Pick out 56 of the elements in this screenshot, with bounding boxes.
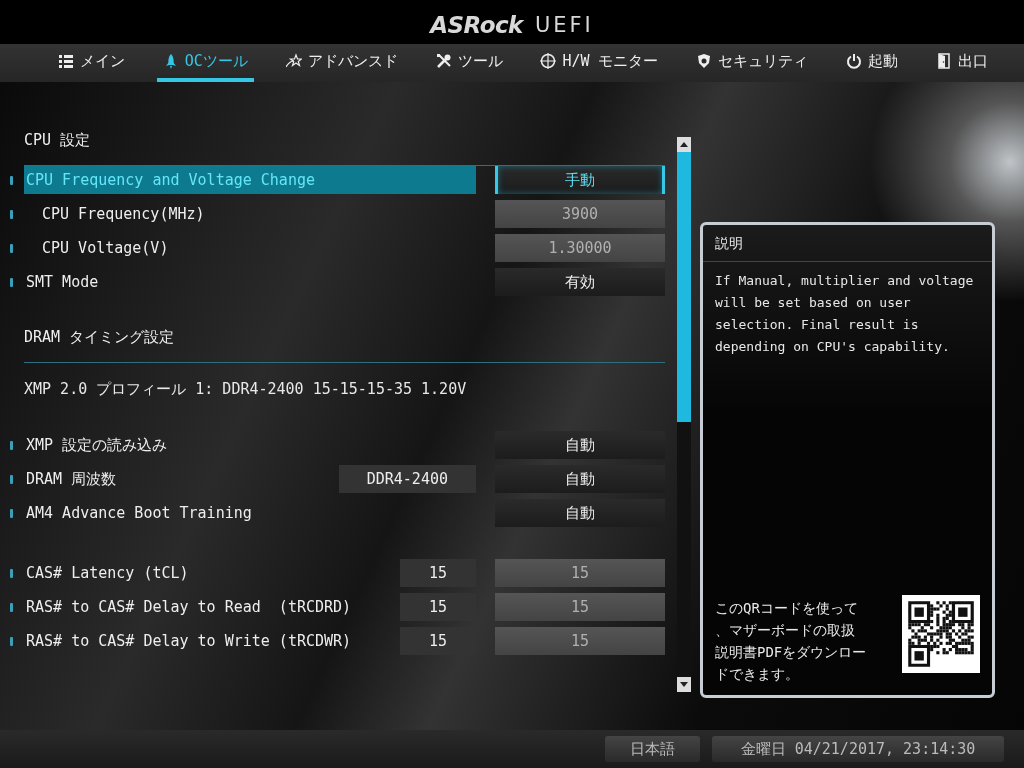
brand-logo: ASRock: [430, 11, 523, 38]
menu-tab[interactable]: H/W モニター: [534, 44, 665, 82]
menu-tab[interactable]: ツール: [429, 44, 509, 82]
setting-value-button[interactable]: 自動: [495, 431, 665, 459]
section-heading: DRAM タイミング設定: [24, 328, 175, 346]
scroll-up-button[interactable]: [677, 137, 691, 152]
scroll-down-button[interactable]: [677, 677, 691, 692]
row-marker-icon: [10, 209, 13, 219]
row-marker-icon: [10, 440, 13, 450]
qr-caption: このQRコードを使って、マザーボードの取扱説明書PDFをダウンロードできます。: [715, 599, 868, 684]
menu-tab[interactable]: アドバンスド: [279, 44, 404, 82]
menu-tab[interactable]: 起動: [840, 44, 905, 82]
help-title: 説明: [703, 225, 992, 262]
row-marker-icon: [10, 474, 13, 484]
current-value: 15: [400, 593, 476, 621]
tools-icon: [435, 53, 452, 69]
xmp-profile-text: XMP 2.0 プロフィール 1: DDR4-2400 15-15-15-35 1.20V: [24, 379, 468, 400]
setting-value-button[interactable]: 有効: [495, 268, 665, 296]
setting-label[interactable]: CPU Voltage(V): [24, 234, 476, 262]
setting-value-button[interactable]: 自動: [495, 499, 665, 527]
power-icon: [846, 53, 863, 69]
current-value: 15: [400, 559, 476, 587]
date-time: 金曜日 04/21/2017, 23:14:30: [712, 736, 1004, 762]
setting-label[interactable]: SMT Mode: [24, 268, 476, 296]
setting-label[interactable]: CAS# Latency (tCL): [24, 559, 394, 587]
crosshair-icon: [540, 53, 557, 69]
setting-label[interactable]: AM4 Advance Boot Training: [24, 499, 476, 527]
setting-label[interactable]: DRAM 周波数: [24, 465, 333, 493]
product-title: UEFI: [534, 12, 594, 37]
language-button[interactable]: 日本語: [605, 736, 700, 762]
exit-door-icon: [936, 53, 952, 69]
list-icon: [58, 53, 74, 69]
row-marker-icon: [10, 243, 13, 253]
menu-tab[interactable]: 出口: [930, 44, 994, 82]
row-marker-icon: [10, 568, 13, 578]
menu-tab[interactable]: メイン: [52, 44, 131, 82]
down-arrow-icon: [680, 682, 688, 687]
up-arrow-icon: [680, 142, 688, 147]
scrollbar-thumb[interactable]: [677, 152, 691, 422]
shield-icon: [696, 53, 713, 69]
setting-label[interactable]: RAS# to CAS# Delay to Read (tRCDRD): [24, 593, 394, 621]
setting-label[interactable]: CPU Frequency(MHz): [24, 200, 476, 228]
setting-value-button[interactable]: 自動: [495, 465, 665, 493]
row-marker-icon: [10, 636, 13, 646]
setting-value-button[interactable]: 手動: [495, 166, 665, 194]
row-marker-icon: [10, 175, 13, 185]
row-marker-icon: [10, 602, 13, 612]
setting-label[interactable]: RAS# to CAS# Delay to Write (tRCDWR): [24, 627, 394, 655]
menu-tab[interactable]: セキュリティ: [690, 44, 815, 82]
star-icon: [285, 53, 302, 69]
setting-label[interactable]: XMP 設定の読み込み: [24, 431, 476, 459]
section-heading: CPU 設定: [24, 131, 91, 149]
help-text: If Manual, multiplier and voltage will be set based on user selection. Final result is depending on CPU's capability.: [715, 272, 975, 356]
row-marker-icon: [10, 277, 13, 287]
row-marker-icon: [10, 508, 13, 518]
current-value: DDR4-2400: [338, 465, 476, 493]
